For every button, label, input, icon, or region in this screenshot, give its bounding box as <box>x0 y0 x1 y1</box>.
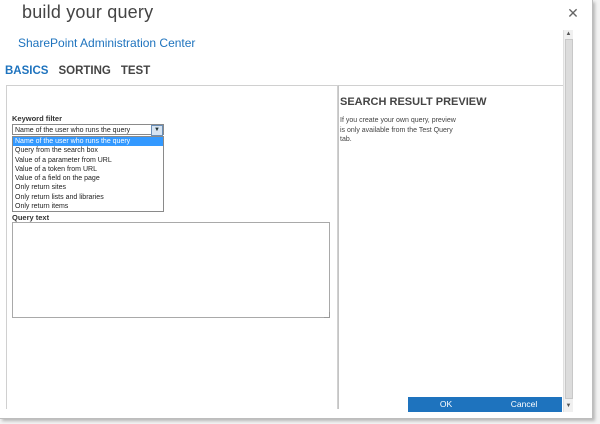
query-text-input[interactable] <box>12 222 330 318</box>
cancel-button[interactable]: Cancel <box>486 397 562 412</box>
tab-basics[interactable]: BASICS <box>5 65 48 77</box>
preview-message-line: tab. <box>340 136 352 143</box>
query-text-label: Query text <box>12 213 50 222</box>
ok-button[interactable]: OK <box>408 397 484 412</box>
dropdown-option[interactable]: Only return items <box>13 202 163 211</box>
vertical-scrollbar[interactable]: ▲ ▼ <box>563 30 573 412</box>
dropdown-option[interactable]: Value of a parameter from URL <box>13 156 163 165</box>
dropdown-arrow-icon[interactable]: ▼ <box>151 125 163 136</box>
scroll-up-icon[interactable]: ▲ <box>564 30 573 39</box>
resize-grip-icon[interactable] <box>324 312 330 318</box>
tab-test[interactable]: TEST <box>121 65 150 77</box>
dropdown-option[interactable]: Only return sites <box>13 183 163 192</box>
dropdown-option[interactable]: Only return lists and libraries <box>13 193 163 202</box>
scroll-thumb[interactable] <box>565 39 573 399</box>
tab-bar: BASICS SORTING TEST <box>5 65 150 77</box>
keyword-filter-dropdown-list: Name of the user who runs the query Quer… <box>12 136 164 212</box>
dialog-title: build your query <box>22 2 154 22</box>
keyword-filter-selected-value: Name of the user who runs the query <box>15 127 131 134</box>
preview-message-line: If you create your own query, preview <box>340 117 456 124</box>
scroll-down-icon[interactable]: ▼ <box>564 402 573 411</box>
dropdown-option[interactable]: Name of the user who runs the query <box>13 137 163 147</box>
preview-title: SEARCH RESULT PREVIEW <box>340 96 487 108</box>
keyword-filter-label: Keyword filter <box>12 114 63 123</box>
dropdown-option[interactable]: Value of a field on the page <box>13 174 163 183</box>
dialog-button-bar: OK Cancel <box>408 397 562 412</box>
tab-sorting[interactable]: SORTING <box>58 65 110 77</box>
close-icon[interactable]: ✕ <box>566 6 580 20</box>
site-name-link[interactable]: SharePoint Administration Center <box>18 36 195 50</box>
build-query-dialog: build your query ✕ SharePoint Administra… <box>0 0 593 419</box>
preview-message: If you create your own query, preview is… <box>340 116 480 145</box>
dropdown-option[interactable]: Query from the search box <box>13 146 163 155</box>
dropdown-option[interactable]: Value of a token from URL <box>13 165 163 174</box>
keyword-filter-select[interactable]: Name of the user who runs the query ▼ <box>12 124 164 136</box>
preview-message-line: is only available from the Test Query <box>340 126 453 134</box>
